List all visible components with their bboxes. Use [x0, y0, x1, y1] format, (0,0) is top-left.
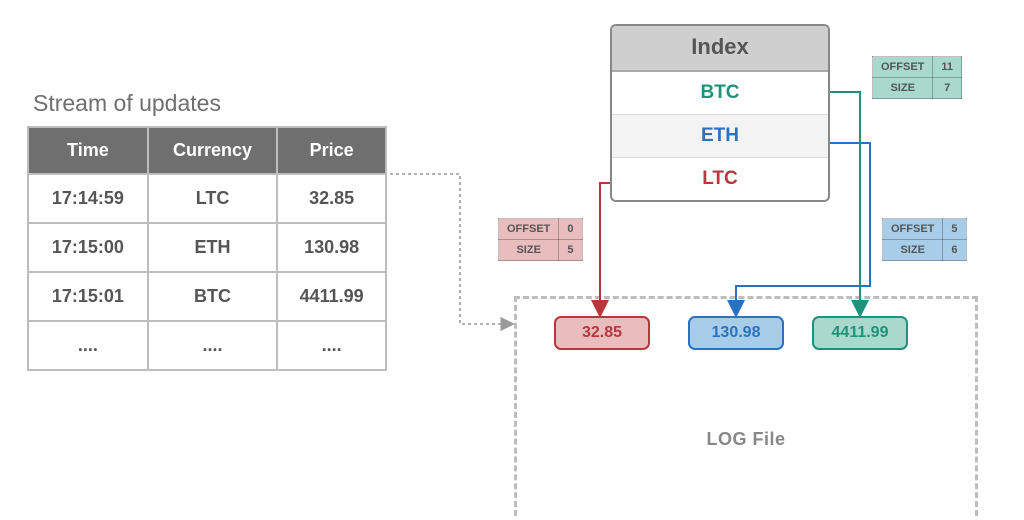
table-row: 17:15:01 BTC 4411.99 [28, 272, 386, 321]
log-entry-ltc: 32.85 [554, 316, 650, 350]
cell-time: 17:14:59 [28, 174, 148, 223]
cell-currency: .... [148, 321, 278, 370]
col-price: Price [277, 127, 386, 174]
offset-value: 11 [933, 57, 962, 78]
size-value: 6 [943, 240, 966, 261]
cell-currency: BTC [148, 272, 278, 321]
offset-box-eth: OFFSET5 SIZE 6 [882, 218, 967, 261]
log-entry-btc: 4411.99 [812, 316, 908, 350]
cell-currency: LTC [148, 174, 278, 223]
offset-label: OFFSET [499, 219, 559, 240]
arrow-stream-to-log [390, 174, 510, 324]
index-item-btc: BTC [612, 72, 828, 114]
cell-time: 17:15:01 [28, 272, 148, 321]
size-label: SIZE [873, 78, 933, 99]
arrow-index-btc [830, 92, 860, 312]
size-label: SIZE [883, 240, 943, 261]
cell-price: 130.98 [277, 223, 386, 272]
size-value: 5 [559, 240, 582, 261]
table-row: .... .... .... [28, 321, 386, 370]
table-row: 17:14:59 LTC 32.85 [28, 174, 386, 223]
offset-value: 0 [559, 219, 582, 240]
log-file-title: LOG File [517, 429, 975, 450]
cell-time: .... [28, 321, 148, 370]
size-label: SIZE [499, 240, 559, 261]
index-item-ltc: LTC [612, 157, 828, 200]
stream-title: Stream of updates [33, 90, 221, 117]
offset-label: OFFSET [883, 219, 943, 240]
offset-box-ltc: OFFSET0 SIZE 5 [498, 218, 583, 261]
cell-price: .... [277, 321, 386, 370]
table-row: 17:15:00 ETH 130.98 [28, 223, 386, 272]
log-entry-eth: 130.98 [688, 316, 784, 350]
col-time: Time [28, 127, 148, 174]
offset-value: 5 [943, 219, 966, 240]
cell-currency: ETH [148, 223, 278, 272]
cell-price: 4411.99 [277, 272, 386, 321]
offset-label: OFFSET [873, 57, 933, 78]
offset-box-btc: OFFSET11 SIZE 7 [872, 56, 962, 99]
arrow-index-ltc [600, 183, 610, 312]
index-box: Index BTC ETH LTC [610, 24, 830, 202]
size-value: 7 [933, 78, 962, 99]
col-currency: Currency [148, 127, 278, 174]
index-item-eth: ETH [612, 114, 828, 157]
cell-price: 32.85 [277, 174, 386, 223]
index-header: Index [612, 26, 828, 72]
cell-time: 17:15:00 [28, 223, 148, 272]
stream-table: Time Currency Price 17:14:59 LTC 32.85 1… [27, 126, 387, 371]
